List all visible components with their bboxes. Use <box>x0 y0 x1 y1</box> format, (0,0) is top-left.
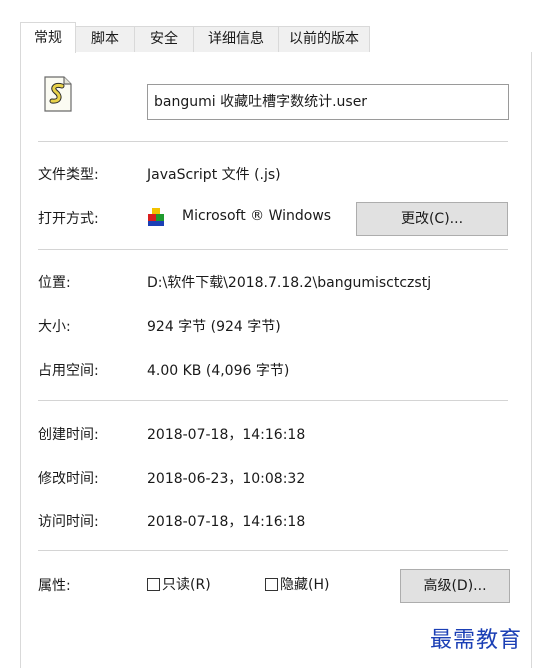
opens-with-value: Microsoft ® Windows <box>182 208 332 224</box>
file-name-input[interactable]: bangumi 收藏吐槽字数统计.user <box>147 84 509 120</box>
hidden-checkbox-box[interactable] <box>265 578 278 591</box>
separator <box>38 141 508 142</box>
watermark-logo: 最需教育 <box>430 628 523 653</box>
readonly-checkbox[interactable]: 只读(R) <box>147 575 211 595</box>
file-type-value: JavaScript 文件 (.js) <box>147 167 281 183</box>
windows-script-host-icon <box>147 207 165 227</box>
advanced-button[interactable]: 高级(D)... <box>400 569 510 603</box>
hidden-checkbox[interactable]: 隐藏(H) <box>265 575 329 595</box>
change-button[interactable]: 更改(C)... <box>356 202 508 236</box>
size-on-disk-value: 4.00 KB (4,096 字节) <box>147 363 290 379</box>
created-label: 创建时间: <box>38 427 99 443</box>
location-value: D:\软件下载\2018.7.18.2\bangumisctczstj <box>147 275 432 291</box>
separator <box>38 249 508 250</box>
readonly-checkbox-box[interactable] <box>147 578 160 591</box>
properties-dialog: 常规 脚本 安全 详细信息 以前的版本 bangumi 收藏吐槽字数统计.use… <box>0 0 552 668</box>
tab-details[interactable]: 详细信息 <box>193 26 279 52</box>
tab-bar: 常规 脚本 安全 详细信息 以前的版本 <box>20 22 530 53</box>
created-value: 2018-07-18，14:16:18 <box>147 427 306 443</box>
separator <box>38 550 508 551</box>
hidden-checkbox-label: 隐藏(H) <box>280 577 330 593</box>
readonly-checkbox-label: 只读(R) <box>162 577 211 593</box>
size-value: 924 字节 (924 字节) <box>147 319 281 335</box>
attributes-label: 属性: <box>38 578 71 594</box>
tab-script[interactable]: 脚本 <box>75 26 135 52</box>
opens-with-label: 打开方式: <box>38 211 99 227</box>
size-on-disk-label: 占用空间: <box>38 363 99 379</box>
tab-security[interactable]: 安全 <box>134 26 194 52</box>
accessed-label: 访问时间: <box>38 514 99 530</box>
tab-previous-versions[interactable]: 以前的版本 <box>278 26 370 52</box>
script-file-icon <box>43 76 73 112</box>
location-label: 位置: <box>38 275 71 291</box>
accessed-value: 2018-07-18，14:16:18 <box>147 514 306 530</box>
separator <box>38 400 508 401</box>
modified-value: 2018-06-23，10:08:32 <box>147 471 306 487</box>
title-bar <box>0 0 552 14</box>
file-type-label: 文件类型: <box>38 167 99 183</box>
modified-label: 修改时间: <box>38 471 99 487</box>
size-label: 大小: <box>38 319 71 335</box>
tab-general[interactable]: 常规 <box>20 22 76 53</box>
